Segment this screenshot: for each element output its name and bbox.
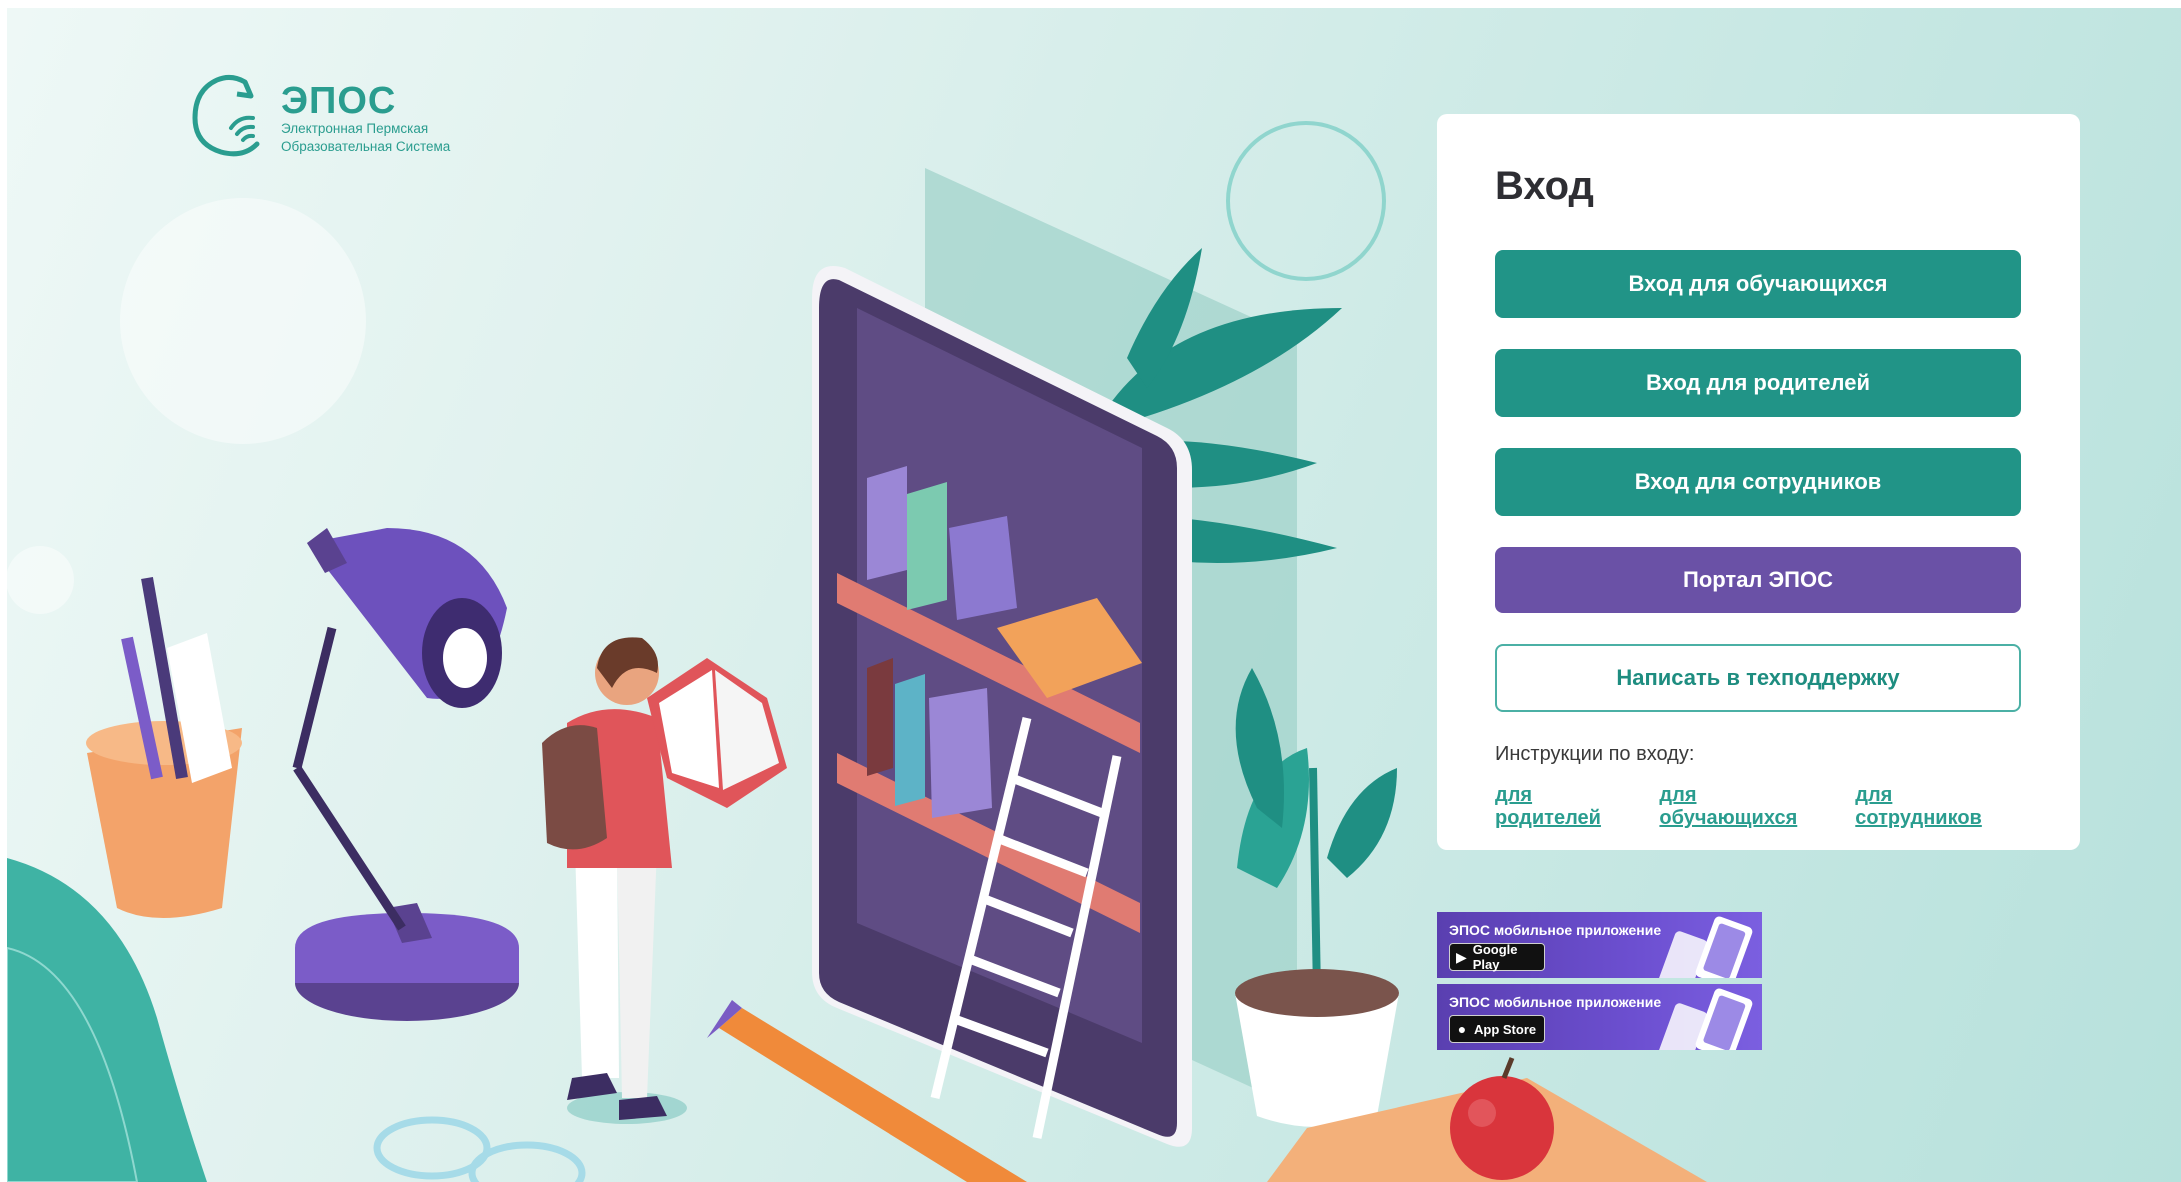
logo-name: ЭПОС	[281, 80, 397, 122]
store-name: Google Play	[1472, 942, 1518, 972]
google-play-badge: ▶ Google Play	[1449, 942, 1545, 972]
logo-subtitle-line1: Электронная Пермская	[281, 121, 429, 136]
google-play-icon: ▶	[1455, 948, 1467, 965]
students-login-button[interactable]: Вход для обучающихся	[1495, 250, 2021, 318]
login-page: ЭПОС Электронная Пермская Образовательна…	[7, 8, 2181, 1182]
instruction-link-staff[interactable]: для сотрудников	[1855, 784, 2022, 830]
fox-logo-icon	[192, 74, 260, 157]
logo-subtitle-line2: Образовательная Система	[281, 139, 451, 154]
phones-illustration-icon	[1658, 988, 1753, 1050]
login-title: Вход	[1495, 164, 1594, 208]
support-button[interactable]: Написать в техподдержку	[1495, 644, 2021, 712]
instruction-link-students[interactable]: для обучающихся	[1659, 784, 1837, 830]
phones-illustration-icon	[1658, 916, 1753, 978]
google-play-banner[interactable]: ЭПОС мобильное приложение ▶ Google Play	[1437, 912, 1762, 978]
instruction-link-parents[interactable]: для родителей	[1495, 784, 1641, 830]
epos-portal-button[interactable]: Портал ЭПОС	[1495, 547, 2021, 613]
banner-title: ЭПОС мобильное приложение	[1449, 994, 1662, 1010]
instructions-label: Инструкции по входу:	[1495, 743, 1695, 765]
apple-icon: ●	[1457, 1021, 1467, 1037]
store-name: App Store	[1474, 1021, 1537, 1037]
banner-title: ЭПОС мобильное приложение	[1449, 922, 1662, 938]
instruction-links: для родителей для обучающихся для сотруд…	[1495, 784, 2022, 830]
parents-login-button[interactable]: Вход для родителей	[1495, 349, 2021, 417]
staff-login-button[interactable]: Вход для сотрудников	[1495, 448, 2021, 516]
app-store-banner[interactable]: ЭПОС мобильное приложение ● App Store	[1437, 984, 1762, 1050]
epos-logo[interactable]: ЭПОС Электронная Пермская Образовательна…	[187, 72, 450, 158]
app-store-badge: ● App Store	[1449, 1015, 1545, 1043]
login-card: Вход Вход для обучающихся Вход для родит…	[1437, 114, 2080, 850]
